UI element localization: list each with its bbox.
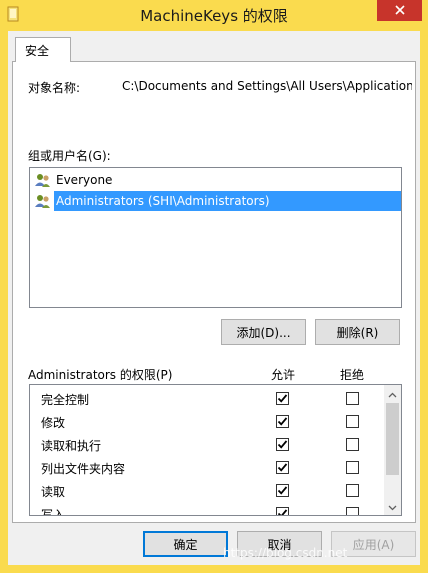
deny-checkbox[interactable]	[346, 484, 359, 497]
permission-row: 读取和执行	[30, 433, 383, 456]
permissions-list[interactable]: 完全控制修改读取和执行列出文件夹内容 读取写入	[29, 384, 402, 516]
allow-checkbox[interactable]	[276, 438, 289, 451]
allow-checkbox[interactable]	[276, 415, 289, 428]
permission-name: 列出文件夹内容	[41, 462, 126, 476]
remove-button[interactable]: 删除(R)	[315, 319, 400, 345]
list-item[interactable]: Everyone	[32, 170, 114, 190]
dialog-client: 安全 对象名称: C:\Documents and Settings\All U…	[8, 31, 420, 565]
close-icon	[394, 4, 405, 18]
permission-name: 读取	[41, 485, 66, 499]
watermark: https://blog.csdn.net	[223, 546, 348, 560]
scrollbar[interactable]	[384, 385, 401, 515]
user-name: Administrators (SHI\Administrators)	[54, 191, 401, 211]
close-button[interactable]	[377, 0, 422, 21]
user-list[interactable]: Everyone Administrators (SHI\Administrat…	[29, 167, 402, 308]
user-name: Everyone	[56, 173, 113, 187]
deny-checkbox[interactable]	[346, 461, 359, 474]
title-bar[interactable]: MachineKeys 的权限	[0, 0, 428, 30]
permissions-dialog: MachineKeys 的权限 安全 对象名称: C:\Documents an…	[0, 0, 428, 573]
permission-row: 列出文件夹内容	[30, 456, 383, 479]
deny-checkbox[interactable]	[346, 392, 359, 405]
window-title: MachineKeys 的权限	[140, 7, 288, 25]
permission-name: 修改	[41, 416, 66, 430]
security-panel: 对象名称: C:\Documents and Settings\All User…	[12, 61, 416, 523]
deny-column-header: 拒绝	[340, 368, 365, 382]
allow-checkbox[interactable]	[276, 484, 289, 497]
allow-checkbox[interactable]	[276, 461, 289, 474]
deny-checkbox[interactable]	[346, 507, 359, 515]
permissions-label: Administrators 的权限(P)	[28, 368, 173, 382]
scroll-thumb[interactable]	[386, 403, 399, 475]
allow-checkbox[interactable]	[276, 392, 289, 405]
object-name-label: 对象名称:	[28, 81, 81, 95]
tab-security[interactable]: 安全	[15, 37, 71, 62]
permission-name: 写入	[41, 508, 66, 516]
permission-name: 完全控制	[41, 393, 90, 407]
object-name-value: C:\Documents and Settings\All Users\Appl…	[122, 79, 412, 93]
allow-checkbox[interactable]	[276, 507, 289, 515]
users-group-icon	[34, 193, 52, 209]
permission-row: 读取	[30, 479, 383, 502]
chevron-down-icon	[388, 500, 397, 514]
users-group-icon	[34, 172, 52, 188]
permission-row: 修改	[30, 410, 383, 433]
ok-button[interactable]: 确定	[143, 531, 228, 557]
add-button[interactable]: 添加(D)...	[221, 319, 306, 345]
scroll-down-button[interactable]	[384, 498, 401, 515]
permission-row: 写入	[30, 502, 383, 516]
allow-column-header: 允许	[271, 368, 296, 382]
chevron-up-icon	[388, 387, 397, 401]
scroll-up-button[interactable]	[384, 385, 401, 402]
deny-checkbox[interactable]	[346, 415, 359, 428]
permission-row: 完全控制	[30, 387, 383, 410]
list-item[interactable]: Administrators (SHI\Administrators)	[32, 191, 401, 211]
groups-label: 组或用户名(G):	[28, 149, 111, 163]
permission-name: 读取和执行	[41, 439, 102, 453]
deny-checkbox[interactable]	[346, 438, 359, 451]
